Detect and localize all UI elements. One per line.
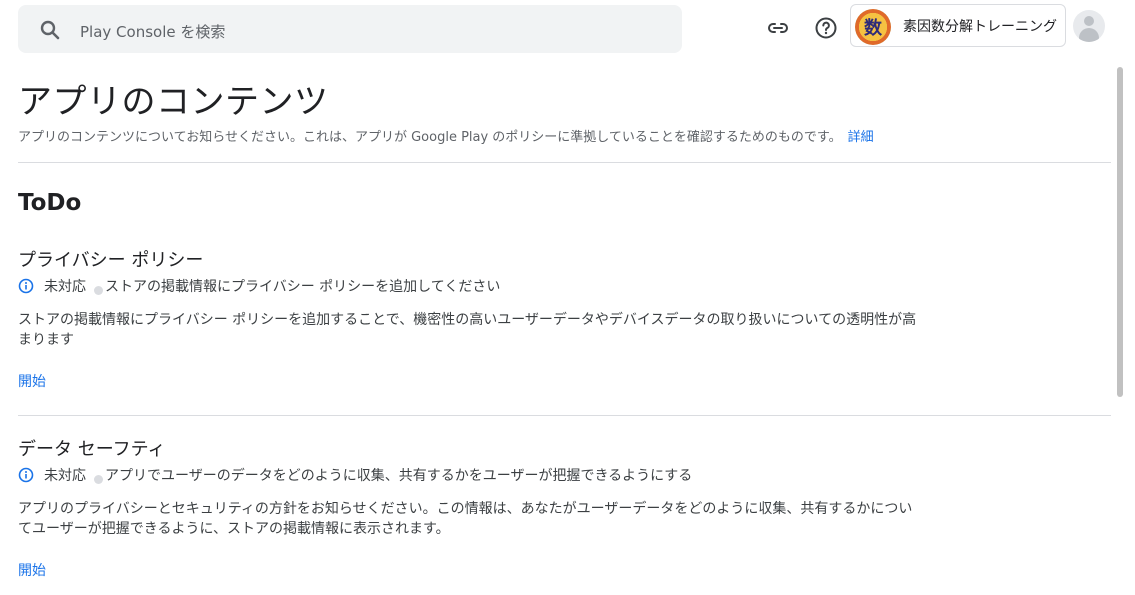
task-data-safety: データ セーフティ 未対応 アプリでユーザーのデータをどのように収集、共有するか… — [18, 435, 938, 580]
status-detail: ストアの掲載情報にプライバシー ポリシーを追加してください — [105, 279, 501, 295]
start-link[interactable]: 開始 — [18, 560, 46, 580]
search-bar[interactable]: Play Console を検索 — [18, 5, 682, 53]
copy-link-button[interactable] — [762, 12, 794, 44]
task-title: データ セーフティ — [18, 439, 166, 460]
status-detail: アプリでユーザーのデータをどのように収集、共有するかをユーザーが把握できるように… — [105, 468, 693, 484]
app-name: 素因数分解トレーニング — [903, 19, 1057, 35]
page-description: アプリのコンテンツについてお知らせください。これは、アプリが Google Pl… — [18, 126, 874, 145]
status-label: 未対応 — [44, 468, 86, 484]
app-icon-glyph: 数 — [864, 18, 882, 39]
divider — [18, 415, 1111, 416]
task-status: 未対応 アプリでユーザーのデータをどのように収集、共有するかをユーザーが把握でき… — [18, 465, 938, 485]
link-icon — [768, 23, 788, 33]
status-separator — [94, 285, 103, 295]
account-avatar[interactable] — [1073, 10, 1105, 42]
task-privacy-policy: プライバシー ポリシー 未対応 ストアの掲載情報にプライバシー ポリシーを追加し… — [18, 246, 938, 391]
details-link[interactable]: 詳細 — [848, 130, 874, 145]
scrollbar-thumb[interactable] — [1117, 67, 1123, 397]
status-separator — [94, 474, 103, 484]
divider — [18, 162, 1111, 163]
help-icon — [815, 17, 837, 39]
search-icon — [40, 20, 60, 40]
search-input[interactable]: Play Console を検索 — [80, 21, 225, 42]
page-description-text: アプリのコンテンツについてお知らせください。これは、アプリが Google Pl… — [18, 130, 842, 145]
todo-section-title: ToDo — [18, 190, 82, 216]
info-icon — [18, 278, 34, 294]
account-icon-body — [1079, 28, 1099, 42]
task-description: ストアの掲載情報にプライバシー ポリシーを追加することで、機密性の高いユーザーデ… — [18, 312, 917, 348]
app-icon: 数 — [855, 9, 891, 45]
help-button[interactable] — [810, 12, 842, 44]
task-status: 未対応 ストアの掲載情報にプライバシー ポリシーを追加してください — [18, 276, 938, 296]
task-title: プライバシー ポリシー — [18, 250, 204, 271]
app-content-page: Play Console を検索 数 素因数分解トレーニング アプリのコンテンツ… — [0, 0, 1135, 595]
task-description: アプリのプライバシーとセキュリティの方針をお知らせください。この情報は、あなたが… — [18, 501, 913, 537]
page-title: アプリのコンテンツ — [18, 82, 329, 122]
account-icon — [1084, 16, 1094, 26]
info-icon — [18, 467, 34, 483]
status-label: 未対応 — [44, 279, 86, 295]
start-link[interactable]: 開始 — [18, 371, 46, 391]
app-selector[interactable]: 数 素因数分解トレーニング — [850, 4, 1066, 47]
